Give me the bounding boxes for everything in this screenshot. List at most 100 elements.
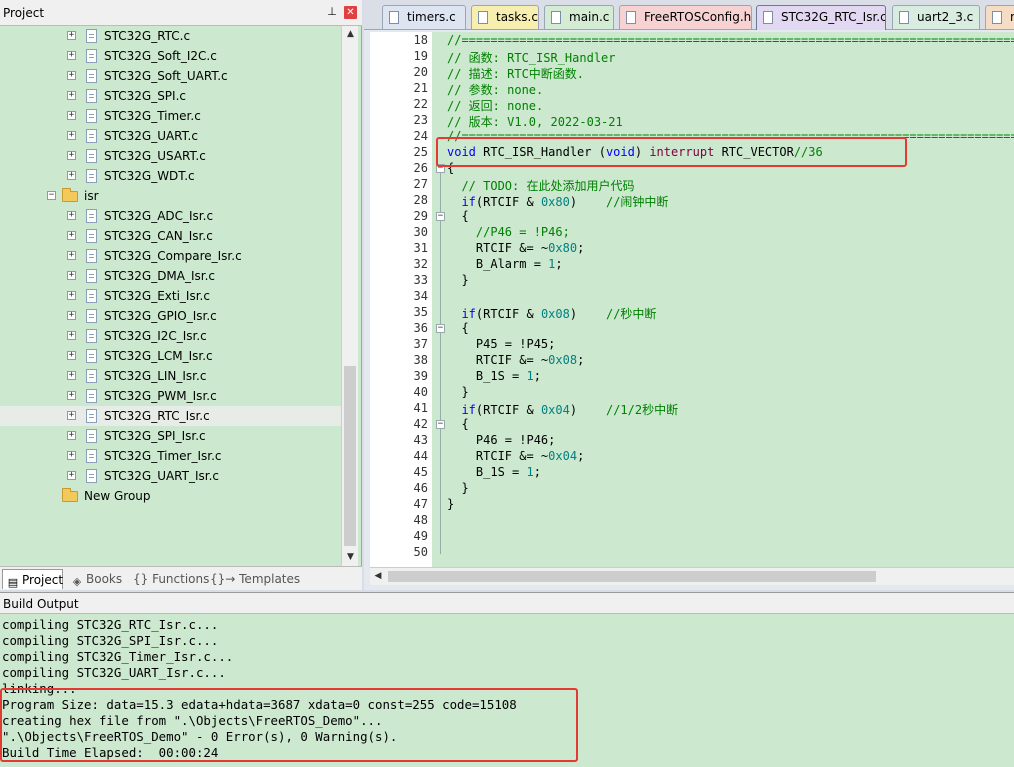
horizontal-scroll-thumb[interactable]	[388, 571, 876, 582]
expand-icon[interactable]: +	[67, 151, 76, 160]
editor-tab[interactable]: main.c	[544, 5, 614, 29]
collapse-icon[interactable]: −	[47, 191, 56, 200]
code-line: //P46 = !P46;	[447, 225, 570, 239]
expand-icon[interactable]: +	[67, 391, 76, 400]
tab-functions[interactable]: {} Functions	[131, 569, 209, 589]
tree-item-label: STC32G_RTC.c	[104, 29, 191, 43]
tree-file[interactable]: + STC32G_Compare_Isr.c	[0, 246, 341, 266]
editor-tab[interactable]: uart2_3.c	[892, 5, 980, 29]
tree-folder[interactable]: − isr	[0, 186, 341, 206]
tree-file[interactable]: + STC32G_USART.c	[0, 146, 341, 166]
expand-icon[interactable]: +	[67, 331, 76, 340]
code-token: }	[447, 273, 469, 287]
tree-scroll-thumb[interactable]	[344, 366, 356, 546]
tree-scrollbar[interactable]: ▲ ▼	[341, 26, 358, 566]
tree-file[interactable]: + STC32G_WDT.c	[0, 166, 341, 186]
expand-icon[interactable]: +	[67, 91, 76, 100]
fold-collapse-icon[interactable]: −	[436, 324, 445, 333]
tab-books[interactable]: ◈ Books	[67, 569, 125, 589]
tree-file[interactable]: + STC32G_PWM_Isr.c	[0, 386, 341, 406]
tree-file[interactable]: + STC32G_Timer_Isr.c	[0, 446, 341, 466]
tree-file[interactable]: + STC32G_RTC_Isr.c	[0, 406, 341, 426]
tree-item-label: STC32G_I2C_Isr.c	[104, 329, 207, 343]
code-token: if	[461, 403, 476, 417]
tree-item-label: STC32G_Soft_UART.c	[104, 69, 228, 83]
code-token: ;	[577, 449, 585, 463]
code-line: B_Alarm = 1;	[447, 257, 563, 271]
code-editor[interactable]: 18 19 20 21 22 23 24 25 26 27 28 29 30 31 32 33 34 35 36 37…	[370, 32, 1014, 567]
expand-icon[interactable]: +	[67, 131, 76, 140]
expand-icon[interactable]: +	[67, 291, 76, 300]
tree-file[interactable]: + STC32G_SPI_Isr.c	[0, 426, 341, 446]
line-number: 26	[413, 161, 428, 175]
tree-folder[interactable]: New Group	[0, 486, 341, 506]
tree-file[interactable]: + STC32G_ADC_Isr.c	[0, 206, 341, 226]
editor-tab[interactable]: FreeRTOSConfig.h	[619, 5, 752, 29]
expand-icon[interactable]: +	[67, 311, 76, 320]
tree-file[interactable]: + STC32G_Exti_Isr.c	[0, 286, 341, 306]
tree-item-label: STC32G_LIN_Isr.c	[104, 369, 207, 383]
expand-icon[interactable]: +	[67, 251, 76, 260]
expand-icon[interactable]: +	[67, 171, 76, 180]
tree-file[interactable]: + STC32G_UART_Isr.c	[0, 466, 341, 486]
tree-file[interactable]: + STC32G_DMA_Isr.c	[0, 266, 341, 286]
tree-file[interactable]: + STC32G_LCM_Isr.c	[0, 346, 341, 366]
project-tree: + STC32G_RTC.c + STC32G_Soft_I2C.c + STC32G_S…	[0, 26, 341, 566]
editor-tab[interactable]: timers.c	[382, 5, 466, 29]
line-number: 50	[413, 545, 428, 559]
tree-file[interactable]: + STC32G_Soft_UART.c	[0, 66, 341, 86]
expand-icon[interactable]: +	[67, 71, 76, 80]
tree-file[interactable]: + STC32G_LIN_Isr.c	[0, 366, 341, 386]
tab-templates[interactable]: {}→ Templates	[208, 569, 300, 589]
code-token: 1	[526, 465, 534, 479]
expand-icon[interactable]: +	[67, 51, 76, 60]
expand-icon[interactable]: +	[67, 231, 76, 240]
file-icon	[389, 11, 399, 24]
editor-tab[interactable]: STC32G_RTC_Isr.c*	[756, 5, 886, 30]
editor-tab[interactable]: tasks.c	[471, 5, 539, 29]
tab-books-label: Books	[86, 572, 123, 586]
expand-icon[interactable]: +	[67, 271, 76, 280]
expand-icon[interactable]: +	[67, 471, 76, 480]
scroll-down-icon[interactable]: ▼	[342, 549, 359, 566]
line-number: 36	[413, 321, 428, 335]
tree-file[interactable]: + STC32G_GPIO_Isr.c	[0, 306, 341, 326]
c-file-icon	[86, 269, 97, 283]
line-number: 32	[413, 257, 428, 271]
code-token: 0x08	[540, 307, 570, 321]
tree-item-label: STC32G_Compare_Isr.c	[104, 249, 242, 263]
code-line: B_1S = 1;	[447, 465, 541, 479]
fold-collapse-icon[interactable]: −	[436, 420, 445, 429]
expand-icon[interactable]: +	[67, 451, 76, 460]
pin-icon[interactable]: ⊥	[326, 6, 338, 18]
expand-icon[interactable]: +	[67, 411, 76, 420]
tree-item-label: New Group	[84, 489, 151, 503]
scroll-up-icon[interactable]: ▲	[342, 26, 359, 43]
tree-file[interactable]: + STC32G_Timer.c	[0, 106, 341, 126]
code-token: RTCIF &= ~	[447, 353, 549, 367]
expand-icon[interactable]: +	[67, 31, 76, 40]
tree-file[interactable]: + STC32G_I2C_Isr.c	[0, 326, 341, 346]
expand-icon[interactable]: +	[67, 351, 76, 360]
expand-icon[interactable]: +	[67, 371, 76, 380]
line-number: 45	[413, 465, 428, 479]
scroll-left-icon[interactable]: ◀	[370, 568, 386, 585]
code-line: // 参数: none.	[447, 81, 543, 98]
line-number: 31	[413, 241, 428, 255]
fold-collapse-icon[interactable]: −	[436, 212, 445, 221]
expand-icon[interactable]: +	[67, 211, 76, 220]
tree-file[interactable]: + STC32G_UART.c	[0, 126, 341, 146]
tree-file[interactable]: + STC32G_CAN_Isr.c	[0, 226, 341, 246]
expand-icon[interactable]: +	[67, 431, 76, 440]
tree-file[interactable]: + STC32G_RTC.c	[0, 26, 341, 46]
line-number: 47	[413, 497, 428, 511]
tab-project[interactable]: ▤ Project	[2, 569, 63, 589]
tree-file[interactable]: + STC32G_SPI.c	[0, 86, 341, 106]
folder-icon	[62, 488, 78, 502]
tree-file[interactable]: + STC32G_Soft_I2C.c	[0, 46, 341, 66]
tab-templates-label: {}→ Templates	[210, 572, 301, 586]
editor-horizontal-scrollbar[interactable]: ◀	[370, 567, 1014, 585]
expand-icon[interactable]: +	[67, 111, 76, 120]
close-icon[interactable]: ✕	[344, 6, 357, 19]
editor-tab[interactable]: r	[985, 5, 1014, 29]
